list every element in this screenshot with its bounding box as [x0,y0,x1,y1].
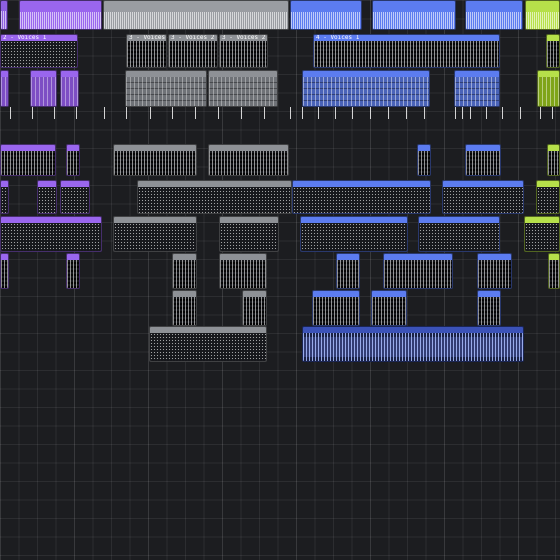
midi-clip-blue-r8a[interactable] [312,290,360,326]
marker-tick [462,107,463,119]
midi-clip-lime-r6[interactable] [524,216,560,252]
midi-clip-purple-r5b[interactable] [37,180,57,214]
midi-clip-purple-r5c[interactable] [60,180,90,214]
midi-clip-gray-r7b[interactable] [219,253,267,289]
midi-clip-blue-r7b[interactable] [383,253,453,289]
marker-tick [10,107,11,119]
midi-clip-lime-r2[interactable] [537,70,560,107]
midi-clip-blue-r2a[interactable] [302,70,430,107]
marker-tick [388,107,389,119]
midi-clip-gray-r8a[interactable] [172,290,197,326]
midi-clip-lime-r5[interactable] [536,180,560,214]
marker-tick [470,107,471,119]
marker-tick [126,107,127,119]
midi-clip-voices-1[interactable]: 2 - Voices 1 [0,34,78,68]
marker-tick [302,107,303,119]
marker-tick [335,107,336,119]
midi-clip-gray-r4a[interactable] [113,144,197,176]
marker-tick [264,107,265,119]
marker-tick [520,107,521,119]
marker-tick [486,107,487,119]
midi-clip-gray-r9[interactable] [149,326,267,362]
marker-tick [32,107,33,119]
marker-tick [54,107,55,119]
marker-tick [218,107,219,119]
midi-clip-purple-r4a[interactable] [0,144,56,176]
audio-clip-gray-1[interactable] [103,0,289,30]
midi-clip-blue-r8c[interactable] [477,290,501,326]
arrangement-grid[interactable]: 2 - Voices 1 3 - Voices 2 3 - Voices 2 3… [0,0,560,560]
marker-tick [150,107,151,119]
midi-clip-lime-r7[interactable] [548,253,560,289]
audio-clip-blue-3[interactable] [465,0,523,30]
marker-tick [455,107,456,119]
marker-tick [172,107,173,119]
marker-tick [406,107,407,119]
midi-clip-gray-r5[interactable] [137,180,292,214]
midi-clip-blue-r7a[interactable] [336,253,360,289]
midi-clip-purple-r7b[interactable] [66,253,80,289]
marker-tick [195,107,196,119]
marker-tick [370,107,371,119]
midi-clip-purple-r2c[interactable] [60,70,79,107]
midi-clip-blue-r5b[interactable] [442,180,524,214]
midi-clip-purple-r5a[interactable] [0,180,9,214]
midi-clip-purple-r4b[interactable] [66,144,80,176]
midi-clip-blue-r5a[interactable] [292,180,431,214]
audio-clip-blue-1[interactable] [290,0,362,30]
midi-clip-blue-r4a[interactable] [417,144,431,176]
marker-tick [540,107,541,119]
midi-clip-purple-r2b[interactable] [30,70,57,107]
midi-clip-gray-r6b[interactable] [219,216,279,252]
midi-clip-lime-1[interactable] [546,34,560,68]
midi-clip-purple-r2a[interactable] [0,70,9,107]
audio-clip-lime-1[interactable] [525,0,560,30]
marker-tick [241,107,242,119]
audio-clip-purple-intro[interactable] [0,0,8,30]
midi-clip-voices-2c[interactable]: 3 - Voices 2 [219,34,268,68]
marker-tick [290,107,291,119]
midi-clip-voices-1b[interactable]: 4 - Voices 1 [313,34,500,68]
midi-clip-purple-r7a[interactable] [0,253,9,289]
midi-clip-blue-r6a[interactable] [300,216,408,252]
midi-clip-blue-r7c[interactable] [477,253,512,289]
audio-clip-blue-2[interactable] [372,0,456,30]
midi-clip-blue-r2b[interactable] [454,70,500,107]
marker-tick [552,107,553,119]
marker-tick [318,107,319,119]
midi-clip-lime-r4[interactable] [547,144,560,176]
marker-tick [424,107,425,119]
audio-clip-purple-1[interactable] [19,0,102,30]
midi-clip-gray-r2a[interactable] [125,70,207,107]
midi-clip-blue-r4b[interactable] [465,144,501,176]
midi-clip-gray-r2b[interactable] [208,70,278,107]
midi-clip-gray-r8b[interactable] [242,290,267,326]
marker-tick [104,107,105,119]
midi-clip-gray-r6a[interactable] [113,216,197,252]
midi-clip-gray-r4b[interactable] [208,144,289,176]
midi-clip-voices-2b[interactable]: 3 - Voices 2 [168,34,218,68]
midi-clip-blue-r8b[interactable] [371,290,407,326]
audio-clip-blue-r9[interactable] [302,326,524,362]
midi-clip-purple-r6[interactable] [0,216,102,252]
midi-clip-gray-r7a[interactable] [172,253,197,289]
marker-tick [502,107,503,119]
midi-clip-voices-2a[interactable]: 3 - Voices 2 [126,34,167,68]
midi-clip-blue-r6b[interactable] [418,216,500,252]
marker-tick [352,107,353,119]
marker-tick [76,107,77,119]
